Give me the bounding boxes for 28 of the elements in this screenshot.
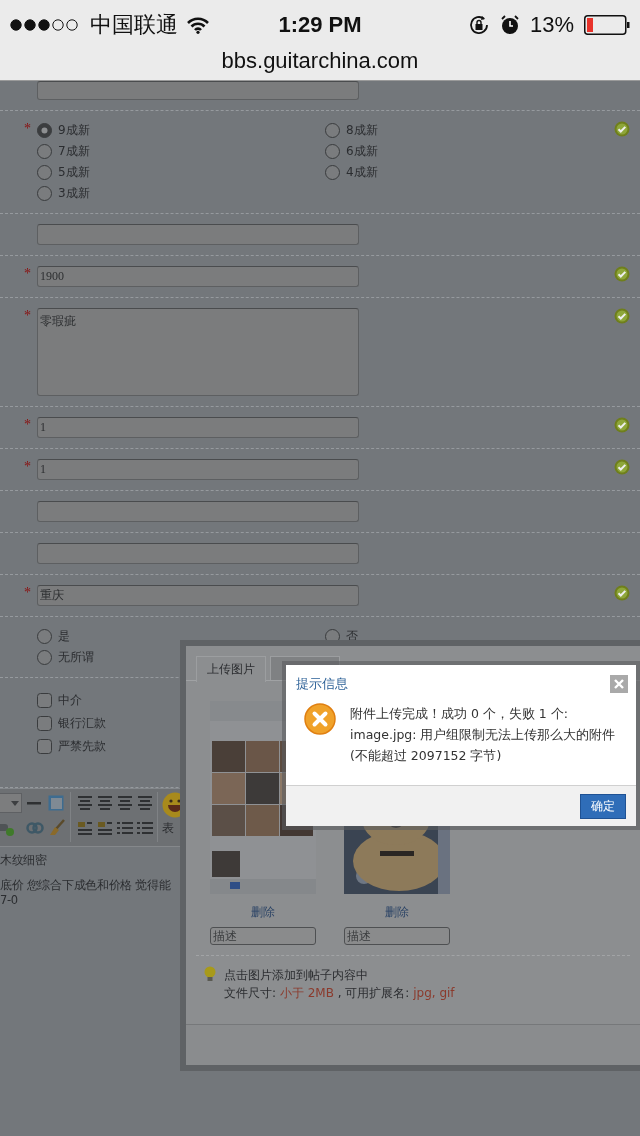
option-label: 中介 — [58, 692, 82, 709]
option-label: 3成新 — [58, 185, 90, 202]
option-label: 6成新 — [346, 143, 378, 160]
carrier-name: 中国联通 — [90, 11, 178, 39]
required-mark: * — [24, 121, 31, 137]
tip-text: 点击图片添加到帖子内容中 — [224, 967, 369, 984]
option-label: 无所谓 — [58, 649, 94, 666]
required-mark: * — [24, 417, 31, 433]
post-text: 7-0 — [0, 893, 19, 908]
required-mark: * — [24, 459, 31, 475]
clock-time: 1:29 PM — [278, 12, 362, 38]
file-info-text: 文件尺寸: 小于 2MB , 可用扩展名: jpg, gif — [224, 985, 456, 1002]
required-mark: * — [24, 308, 31, 324]
required-mark: * — [24, 266, 31, 282]
dialog-message: 附件上传完成！成功 0 个，失败 1 个: image.jpg: 用户组限制无法上传那么大的附件(不能超过 2097152 字节) — [350, 705, 617, 765]
option-label: 5成新 — [58, 164, 90, 181]
option-label: 9成新 — [58, 122, 90, 139]
option-label: 4成新 — [346, 164, 378, 181]
battery-percent: 13% — [529, 12, 574, 38]
option-label: 是 — [58, 628, 70, 645]
option-label: 严禁先款 — [58, 738, 106, 755]
post-text: 底价 您综合下成色和价格 觉得能 — [0, 878, 172, 893]
post-text: 木纹细密 — [0, 853, 48, 868]
option-label: 7成新 — [58, 143, 90, 160]
required-mark: * — [24, 585, 31, 601]
option-label: 银行汇款 — [58, 715, 106, 732]
dialog-title: 提示信息 — [296, 675, 348, 693]
option-label: 8成新 — [346, 122, 378, 139]
